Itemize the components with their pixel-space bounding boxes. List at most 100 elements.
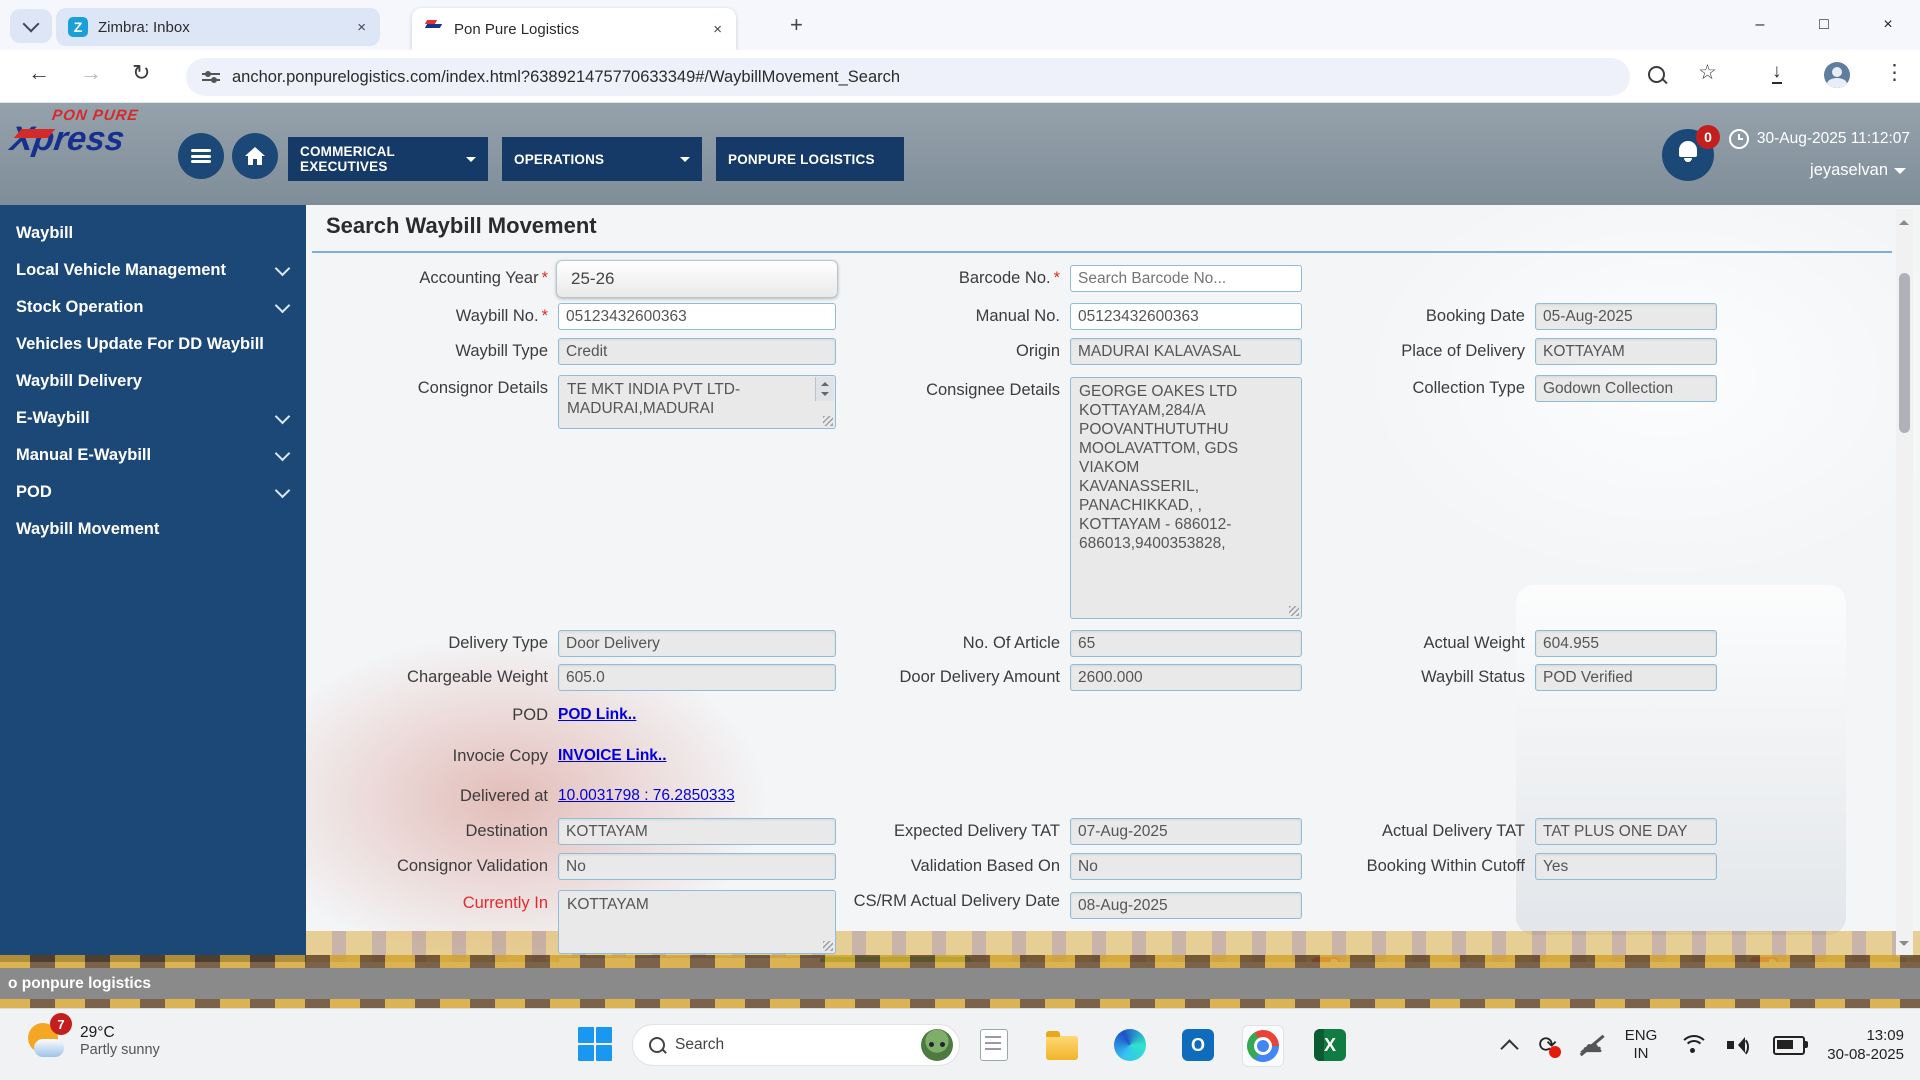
barcode-label: Barcode No.* [776,265,1060,292]
url-text[interactable]: anchor.ponpurelogistics.com/index.html?6… [232,68,900,87]
delivery-type-label: Delivery Type [306,630,548,657]
sync-icon[interactable]: ⟳ [1538,1034,1556,1056]
profile-avatar[interactable] [1824,62,1850,88]
home-button[interactable] [232,133,278,179]
sidebar-item-waybill[interactable]: Waybill [0,215,306,252]
url-bar[interactable]: anchor.ponpurelogistics.com/index.html?6… [186,58,1630,96]
dropdown-arrow-icon [680,157,690,167]
scroll-up-arrow-icon[interactable] [1899,215,1909,225]
start-button[interactable] [578,1027,612,1061]
tab-zimbra[interactable]: Z Zimbra: Inbox × [56,8,380,46]
actual-weight-input[interactable] [1535,630,1717,657]
barcode-input[interactable] [1070,265,1302,292]
booking-within-cutoff-input[interactable] [1535,853,1717,880]
new-tab-button[interactable]: + [790,12,803,38]
close-tab-icon[interactable]: × [711,21,724,38]
booking-date-input[interactable] [1535,303,1717,330]
invoice-link[interactable]: INVOICE Link.. [558,747,667,765]
resize-handle[interactable] [823,416,833,426]
maximize-button[interactable]: □ [1792,0,1856,50]
door-delivery-amount-label: Door Delivery Amount [776,664,1060,691]
user-menu[interactable]: jeyaselvan [1810,161,1906,180]
taskbar-search[interactable]: Search [632,1024,960,1066]
no-of-article-input[interactable] [1070,630,1302,657]
validation-based-on-input[interactable] [1070,853,1302,880]
sidebar-item-local-vehicle-management[interactable]: Local Vehicle Management [0,252,306,289]
battery-icon[interactable] [1773,1036,1805,1055]
windows-logo-icon [578,1027,594,1043]
site-info-icon[interactable] [202,70,220,84]
cs-rm-date-label: CS/RM Actual Delivery Date [776,890,1060,912]
language-indicator[interactable]: ENGIN [1625,1027,1658,1063]
sidebar-item-waybill-delivery[interactable]: Waybill Delivery [0,363,306,400]
close-button[interactable]: × [1856,0,1920,50]
downloads-icon[interactable]: ↓ [1772,62,1782,84]
bookmark-star-icon[interactable]: ☆ [1698,60,1717,85]
sync-alert-dot [1549,1046,1561,1058]
window-controls: – □ × [1728,0,1920,50]
vertical-scrollbar[interactable] [1896,209,1913,957]
tab-ponpure[interactable]: Pon Pure Logistics × [412,8,736,50]
tab-search-button[interactable] [10,9,52,43]
sidebar-item-e-waybill[interactable]: E-Waybill [0,400,306,437]
taskbar-app-chrome-active[interactable] [1242,1025,1284,1067]
volume-icon[interactable] [1727,1035,1751,1055]
chevron-down-icon [23,16,40,33]
close-tab-icon[interactable]: × [355,19,368,36]
tray-chevron-up-icon[interactable] [1501,1039,1519,1057]
sidebar-item-pod[interactable]: POD [0,474,306,511]
resize-handle[interactable] [1289,606,1299,616]
sidebar: Waybill Local Vehicle Management Stock O… [0,205,306,962]
chevron-down-icon [1894,168,1906,180]
taskbar: 7 29°C Partly sunny Search O X ⟳ ☁ ENGIN [0,1008,1920,1080]
screen: Z Zimbra: Inbox × Pon Pure Logistics × +… [0,0,1920,1080]
back-icon[interactable]: ← [28,60,50,86]
sidebar-item-vehicles-update-dd-waybill[interactable]: Vehicles Update For DD Waybill [0,326,306,363]
taskbar-weather[interactable]: 7 29°C Partly sunny [26,1019,160,1063]
nav-operations[interactable]: OPERATIONS [502,137,702,181]
chevron-down-icon [275,409,291,425]
scrollbar-thumb[interactable] [1899,273,1910,433]
delivered-at-link[interactable]: 10.0031798 : 76.2850333 [558,787,735,805]
wifi-icon[interactable] [1679,1035,1705,1055]
taskbar-app-edge[interactable] [1110,1025,1150,1065]
waybill-status-input[interactable] [1535,664,1717,691]
consignee-details-textarea[interactable]: GEORGE OAKES LTD KOTTAYAM,284/A POOVANTH… [1070,377,1302,619]
app-header: PON PURE Xpress COMMERICAL EXECUTIVES OP… [0,103,1920,205]
zoom-icon[interactable] [1648,66,1665,83]
resize-handle[interactable] [823,941,833,951]
nav-ponpure-logistics[interactable]: PONPURE LOGISTICS [716,137,904,181]
onedrive-offline-icon[interactable]: ☁ [1579,1033,1603,1057]
taskbar-clock[interactable]: 13:0930-08-2025 [1827,1026,1904,1064]
door-delivery-amount-input[interactable] [1070,664,1302,691]
header-datetime: 30-Aug-2025 11:12:07 [1729,129,1910,149]
taskbar-app-excel[interactable]: X [1310,1025,1350,1065]
taskbar-app-file-explorer[interactable] [1042,1025,1082,1065]
scroll-down-arrow-icon[interactable] [1899,941,1909,951]
manual-no-label: Manual No. [776,303,1060,330]
nav-commercial-executives[interactable]: COMMERICAL EXECUTIVES [288,137,488,181]
expected-tat-input[interactable] [1070,818,1302,845]
search-icon [649,1037,665,1053]
search-label: Search [675,1036,911,1054]
taskbar-app-outlook[interactable]: O [1178,1025,1218,1065]
minimize-button[interactable]: – [1728,0,1792,50]
tab-strip: Z Zimbra: Inbox × Pon Pure Logistics × +… [0,0,1920,50]
collection-type-input[interactable] [1535,375,1717,402]
actual-tat-input[interactable] [1535,818,1717,845]
hamburger-menu-button[interactable] [178,133,224,179]
sidebar-item-waybill-movement[interactable]: Waybill Movement [0,511,306,548]
menu-kebab-icon[interactable]: ⋮ [1884,60,1905,85]
place-of-delivery-input[interactable] [1535,338,1717,365]
sidebar-item-manual-e-waybill[interactable]: Manual E-Waybill [0,437,306,474]
taskbar-app-notepad[interactable] [974,1025,1014,1065]
manual-no-input[interactable] [1070,303,1302,330]
sidebar-item-stock-operation[interactable]: Stock Operation [0,289,306,326]
consignee-details-label: Consignee Details [776,377,1060,404]
notifications-button[interactable]: 0 [1662,129,1714,181]
reload-icon[interactable]: ↻ [132,60,150,86]
cs-rm-date-input[interactable] [1070,892,1302,919]
origin-input[interactable] [1070,338,1302,365]
pod-link[interactable]: POD Link.. [558,706,636,724]
forward-icon[interactable]: → [80,60,102,86]
